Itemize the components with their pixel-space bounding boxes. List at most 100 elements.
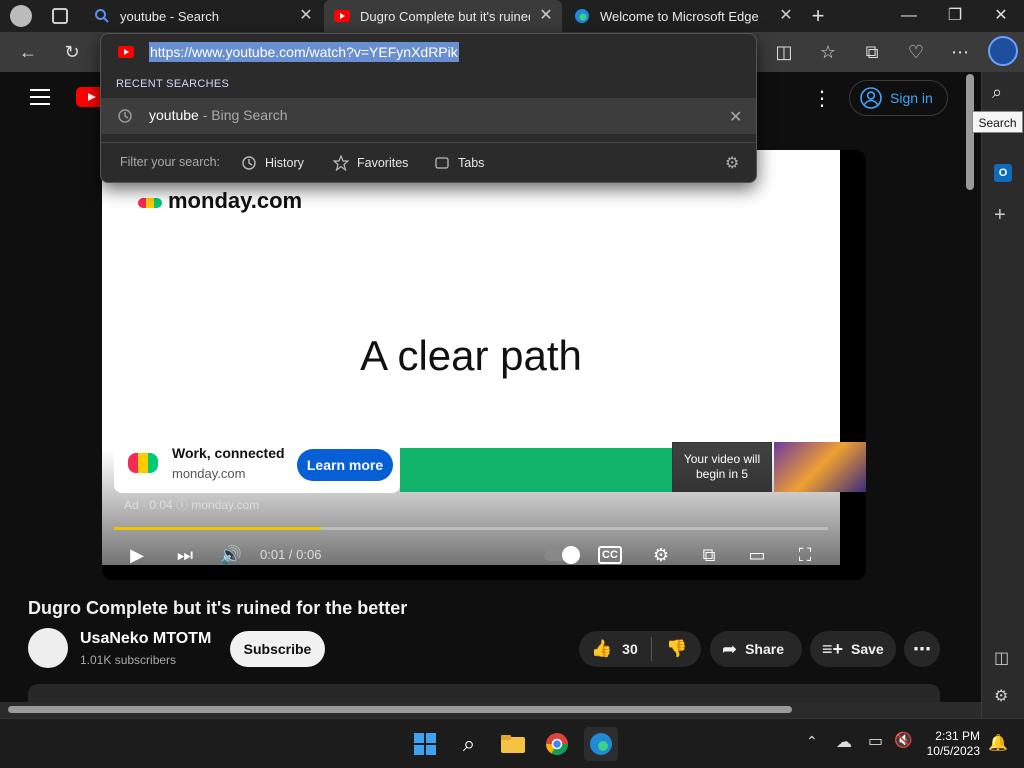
gear-icon[interactable]: ⚙ (725, 153, 739, 173)
system-clock[interactable]: 2:31 PM 10/5/2023 (918, 729, 980, 759)
url-input[interactable]: https://www.youtube.com/watch?v=YEFynXdR… (149, 42, 459, 62)
more-actions-button[interactable]: ⋯ (904, 631, 940, 667)
recent-search-item[interactable]: youtube - Bing Search ✕ (101, 98, 756, 134)
share-button[interactable]: ➦ Share (710, 631, 802, 667)
subscribe-button[interactable]: Subscribe (230, 631, 325, 667)
filter-label: Filter your search: (120, 155, 221, 169)
share-icon: ➦ (722, 638, 738, 659)
outlook-icon[interactable]: O (994, 164, 1012, 182)
playlist-add-icon: ≡+ (822, 638, 844, 659)
progress-fill (114, 527, 322, 530)
onedrive-icon[interactable]: ☁ (836, 732, 852, 752)
star-icon (333, 155, 349, 171)
bing-copilot-icon[interactable] (988, 36, 1018, 66)
monday-logo-icon (128, 453, 158, 473)
favorites-star-icon[interactable]: ☆ (812, 36, 844, 68)
tab-title: Dugro Complete but it's ruined f (360, 8, 530, 24)
next-icon[interactable]: ⏭ (172, 542, 198, 568)
edge-taskbar-icon[interactable] (584, 727, 618, 761)
play-icon[interactable]: ▶ (124, 542, 150, 568)
dislike-button[interactable]: 👎 (652, 639, 687, 659)
save-button[interactable]: ≡+ Save (810, 631, 896, 667)
autoplay-toggle[interactable] (544, 546, 580, 564)
video-frame[interactable]: monday.com A clear path Work, connected … (102, 150, 866, 568)
close-window-button[interactable]: ✕ (978, 0, 1024, 32)
file-explorer-icon[interactable] (496, 727, 530, 761)
ad-card[interactable]: Work, connected monday.com Learn more (114, 435, 400, 493)
share-label: Share (745, 641, 785, 657)
sidebar-settings-icon[interactable]: ⚙ (994, 686, 1008, 706)
edge-sidebar: ⌕ O + ◫ ⚙ (981, 72, 1024, 718)
next-video-thumbnail (774, 442, 866, 492)
refresh-button[interactable]: ↻ (56, 36, 88, 68)
ad-banner (400, 448, 672, 492)
more-options-icon[interactable]: ⋮ (812, 86, 832, 111)
remove-suggestion-icon[interactable]: ✕ (729, 107, 742, 127)
address-bar[interactable]: https://www.youtube.com/watch?v=YEFynXdR… (101, 34, 756, 70)
notification-bell-icon[interactable]: 🔔 (988, 733, 1008, 753)
taskbar-search-icon[interactable]: ⌕ (452, 727, 486, 761)
filter-tabs-label: Tabs (458, 156, 485, 170)
show-hidden-icons[interactable]: ⌃ (806, 733, 818, 750)
close-tab-icon[interactable]: ✕ (538, 8, 554, 24)
settings-more-icon[interactable]: ⋯ (944, 36, 976, 68)
collections-icon[interactable]: ⧉ (856, 36, 888, 68)
tab-actions-icon[interactable] (52, 8, 68, 24)
like-count: 30 (622, 641, 638, 657)
new-tab-button[interactable]: + (802, 0, 834, 32)
tab-youtube-video[interactable]: Dugro Complete but it's ruined f ✕ (324, 0, 562, 32)
display-icon[interactable]: ▭ (868, 731, 883, 751)
tab-welcome-edge[interactable]: Welcome to Microsoft Edge ✕ (564, 0, 802, 32)
back-button[interactable]: ← (12, 36, 44, 68)
search-icon (95, 9, 109, 23)
settings-gear-icon[interactable]: ⚙ (648, 542, 674, 568)
split-screen-icon[interactable]: ◫ (768, 36, 800, 68)
minimize-button[interactable]: — (886, 0, 932, 32)
channel-name[interactable]: UsaNeko MTOTM (80, 630, 211, 648)
restore-button[interactable]: ❐ (932, 0, 978, 32)
volume-muted-icon[interactable]: 🔇 (894, 731, 913, 749)
recent-searches-label: RECENT SEARCHES (116, 78, 230, 90)
learn-more-button[interactable]: Learn more (297, 449, 393, 481)
edge-icon (590, 733, 612, 755)
fullscreen-icon[interactable]: ⛶ (792, 542, 818, 568)
chrome-icon[interactable] (540, 727, 574, 761)
skip-countdown: Your video will begin in 5 (672, 442, 772, 492)
menu-icon[interactable] (30, 89, 50, 105)
tab-youtube-search[interactable]: youtube - Search ✕ (84, 0, 322, 32)
filter-tabs-button[interactable]: Tabs (434, 155, 484, 171)
filter-history-button[interactable]: History (241, 155, 304, 171)
ad-card-title: Work, connected (172, 445, 285, 461)
history-icon (118, 109, 132, 123)
search-icon[interactable]: ⌕ (992, 82, 1002, 103)
filter-favorites-label: Favorites (357, 156, 409, 170)
progress-bar[interactable] (114, 527, 828, 530)
like-dislike-group: 👍 30 👎 (579, 631, 701, 667)
tab-strip: youtube - Search ✕ Dugro Complete but it… (0, 0, 1024, 32)
captions-icon[interactable]: CC (598, 546, 622, 564)
video-player[interactable]: monday.com A clear path Work, connected … (102, 150, 866, 580)
miniplayer-icon[interactable]: ⧉ (696, 542, 722, 568)
start-button[interactable] (408, 727, 442, 761)
folder-icon (501, 735, 525, 753)
performance-icon[interactable]: ♡ (900, 36, 932, 68)
theater-mode-icon[interactable]: ▭ (744, 542, 770, 568)
horizontal-scrollbar[interactable] (8, 706, 792, 713)
sign-in-button[interactable]: Sign in (849, 80, 948, 116)
ad-headline: A clear path (360, 332, 582, 379)
history-icon (242, 156, 256, 170)
sidebar-panel-icon[interactable]: ◫ (994, 648, 1009, 668)
account-icon (860, 87, 882, 109)
recent-source: - Bing Search (198, 107, 288, 123)
close-tab-icon[interactable]: ✕ (778, 8, 794, 24)
channel-avatar[interactable] (28, 628, 68, 668)
filter-favorites-button[interactable]: Favorites (333, 155, 408, 171)
profile-avatar-icon[interactable] (10, 5, 32, 27)
thumbs-up-icon: 👍 (591, 639, 613, 658)
like-button[interactable]: 👍 30 (579, 639, 651, 659)
add-icon[interactable]: + (994, 204, 1006, 227)
close-tab-icon[interactable]: ✕ (298, 8, 314, 24)
volume-icon[interactable]: 🔊 (218, 542, 244, 568)
edge-icon (575, 9, 589, 23)
windows-taskbar: ⌕ ⌃ ☁ ▭ 🔇 2:31 PM 10/5/2023 🔔 (0, 718, 1024, 768)
